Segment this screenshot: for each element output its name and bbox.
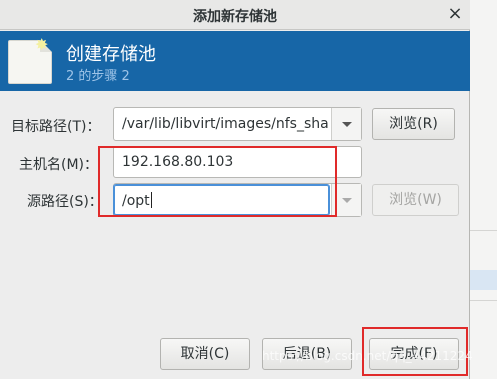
close-icon[interactable]: × bbox=[444, 3, 466, 25]
hostname-value: 192.168.80.103 bbox=[122, 154, 234, 170]
source-path-label: 源路径(S)： bbox=[27, 194, 103, 210]
target-browse-button[interactable]: 浏览(R) bbox=[372, 108, 455, 140]
target-path-dropdown[interactable] bbox=[331, 108, 361, 140]
divider bbox=[470, 300, 497, 301]
add-storage-pool-dialog: 添加新存储池 × ✸ 创建存储池 2 的步骤 2 目标路径(T)： /var/l… bbox=[0, 0, 470, 379]
source-path-value: /opt bbox=[122, 192, 152, 209]
chevron-down-icon bbox=[342, 122, 352, 127]
star-icon: ✸ bbox=[35, 35, 49, 54]
wizard-step: 2 的步骤 2 bbox=[66, 69, 130, 84]
chevron-down-icon bbox=[342, 198, 352, 203]
source-browse-button[interactable]: 浏览(W) bbox=[372, 184, 459, 216]
storage-pool-icon: ✸ bbox=[8, 35, 52, 84]
background-window bbox=[470, 0, 497, 379]
cancel-button[interactable]: 取消(C) bbox=[160, 338, 250, 370]
wizard-title: 创建存储池 bbox=[66, 44, 156, 65]
text-caret bbox=[150, 192, 152, 208]
wizard-header: ✸ 创建存储池 2 的步骤 2 bbox=[0, 31, 470, 91]
hostname-input[interactable]: 192.168.80.103 bbox=[113, 146, 362, 178]
target-path-label: 目标路径(T)： bbox=[11, 119, 101, 135]
hostname-label: 主机名(M)： bbox=[19, 157, 99, 173]
divider bbox=[470, 230, 497, 231]
window-title: 添加新存储池 bbox=[193, 9, 277, 25]
target-path-value[interactable]: /var/lib/libvirt/images/nfs_share bbox=[122, 116, 328, 132]
titlebar: 添加新存储池 × bbox=[0, 0, 470, 30]
source-path-dropdown[interactable] bbox=[331, 184, 361, 216]
selected-row bbox=[470, 270, 497, 290]
target-path-combo[interactable]: /var/lib/libvirt/images/nfs_share bbox=[113, 107, 362, 141]
watermark: https://blog.csdn.net/qq_44211224 bbox=[262, 349, 473, 363]
source-path-input[interactable]: /opt bbox=[113, 184, 330, 216]
